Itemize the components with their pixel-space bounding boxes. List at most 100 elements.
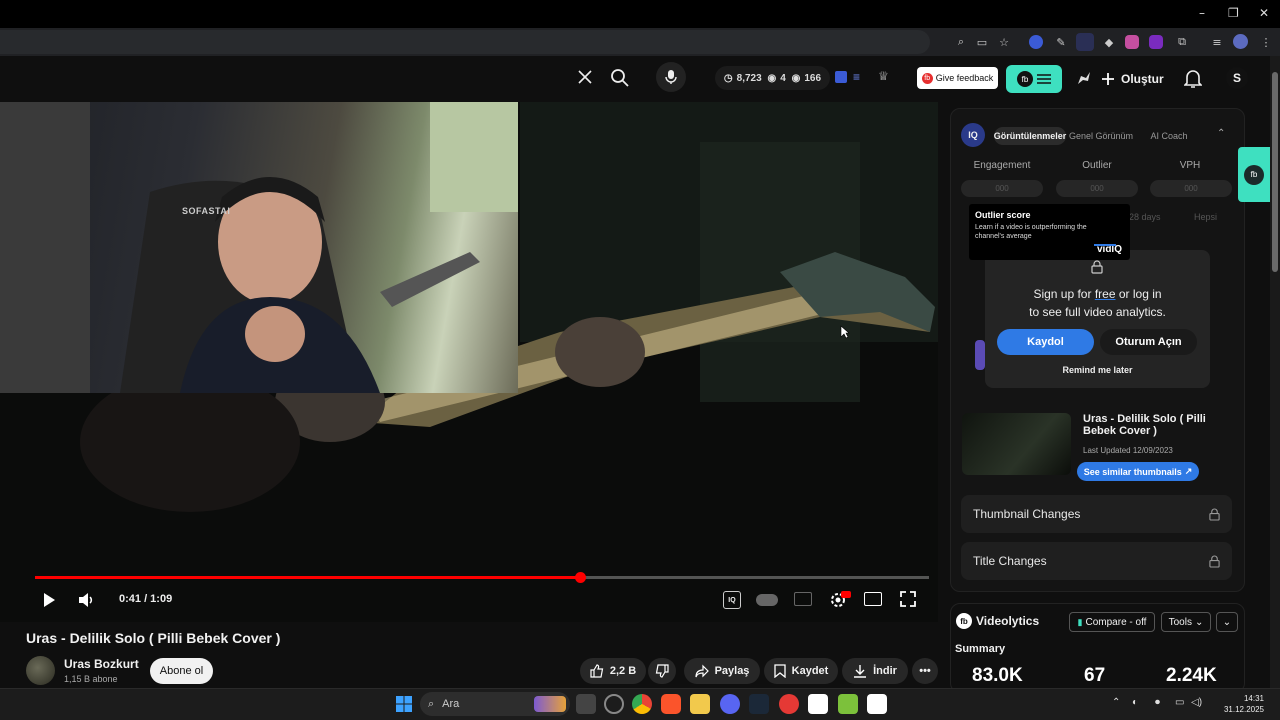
- engagement-value-blurred: 000: [961, 180, 1043, 197]
- pen-extension-icon[interactable]: ✎: [1052, 33, 1070, 51]
- maximize-button[interactable]: ❐: [1228, 6, 1239, 20]
- minimize-button[interactable]: –: [1199, 6, 1205, 20]
- capcut-app-icon[interactable]: [808, 694, 828, 714]
- extension-icon[interactable]: [1149, 35, 1163, 49]
- discord-app-icon[interactable]: [720, 694, 740, 714]
- brave-app-icon[interactable]: [661, 694, 681, 714]
- notification-bell-icon[interactable]: [1184, 69, 1202, 89]
- collapse-chevron-icon[interactable]: ⌃: [1217, 128, 1225, 139]
- save-button[interactable]: Kaydet: [764, 658, 838, 684]
- chrome-menu-icon[interactable]: ⋮: [1257, 33, 1275, 51]
- give-feedback-button[interactable]: fb Give feedback: [917, 67, 998, 89]
- volume-icon[interactable]: [77, 591, 95, 609]
- clear-search-icon[interactable]: [577, 69, 593, 85]
- hamburger-icon: [1037, 74, 1051, 84]
- tray-app-icon[interactable]: ◐: [1132, 697, 1138, 708]
- vidiq-icon[interactable]: [835, 71, 847, 83]
- video-title: Uras - Delilik Solo ( Pilli Bebek Cover …: [26, 630, 281, 646]
- create-extension-icon[interactable]: [1075, 69, 1093, 87]
- close-window-button[interactable]: ✕: [1259, 6, 1269, 20]
- trophy-icon[interactable]: ♕: [878, 69, 889, 83]
- volume-tray-icon[interactable]: ◁): [1191, 697, 1202, 708]
- feedback-logo-icon: fb: [921, 72, 933, 84]
- extension-icon[interactable]: ◆: [1100, 33, 1118, 51]
- mic-button[interactable]: [656, 62, 686, 92]
- network-icon[interactable]: ▭: [1175, 697, 1184, 708]
- taskbar-clock[interactable]: 14:31 31.12.2025: [1204, 693, 1264, 715]
- eyes-stat: ◉ 4: [767, 72, 786, 84]
- notion-app-icon[interactable]: [867, 694, 887, 714]
- channel-avatar[interactable]: [26, 656, 55, 685]
- dislike-button[interactable]: [648, 658, 676, 684]
- remind-later-link[interactable]: Remind me later: [985, 365, 1210, 375]
- zoom-icon[interactable]: ⌕: [952, 33, 970, 51]
- videolytics-logo-icon: fb: [956, 613, 972, 629]
- chevron-down-icon: ⌄: [1194, 616, 1204, 628]
- download-button[interactable]: İndir: [842, 658, 908, 684]
- login-button[interactable]: Oturum Açın: [1100, 329, 1197, 355]
- steam-app-icon[interactable]: [749, 694, 769, 714]
- stats-bar: ◷ 8,723 ◉ 4 ◉ 166: [715, 66, 830, 90]
- file-explorer-icon[interactable]: [690, 694, 710, 714]
- range-28-days[interactable]: 28 days: [1129, 212, 1161, 222]
- task-view-icon[interactable]: [576, 694, 596, 714]
- more-actions-button[interactable]: •••: [912, 658, 938, 684]
- taskbar-search[interactable]: ⌕ Ara: [420, 692, 570, 716]
- range-all[interactable]: Hepsi: [1194, 212, 1217, 222]
- floating-extension-button[interactable]: fb: [1238, 147, 1270, 202]
- signup-line-2: to see full video analytics.: [1029, 305, 1166, 319]
- share-button[interactable]: Paylaş: [684, 658, 760, 684]
- bookmark-star-icon[interactable]: ☆: [995, 33, 1013, 51]
- extension-icon[interactable]: [1029, 35, 1043, 49]
- subscribe-button[interactable]: Abone ol: [150, 658, 213, 684]
- github-app-icon[interactable]: [604, 694, 624, 714]
- search-icon[interactable]: [610, 68, 630, 88]
- create-button[interactable]: Oluştur: [1101, 66, 1175, 92]
- scrollbar-thumb[interactable]: [1272, 72, 1278, 272]
- cast-icon[interactable]: ▭: [973, 33, 991, 51]
- account-avatar[interactable]: S: [1226, 67, 1248, 89]
- thumbnail-changes-row[interactable]: Thumbnail Changes: [961, 495, 1232, 533]
- like-button[interactable]: 2,2 B: [580, 658, 646, 684]
- theater-mode-icon[interactable]: [864, 592, 882, 606]
- signup-button[interactable]: Kaydol: [997, 329, 1094, 355]
- chair-brand-text: SOFASTAI: [182, 206, 231, 216]
- tools-dropdown[interactable]: Tools ⌄: [1161, 612, 1211, 632]
- autoplay-toggle[interactable]: [756, 594, 778, 606]
- microphone-tray-icon[interactable]: ⏺: [1155, 697, 1160, 708]
- address-bar[interactable]: [0, 30, 930, 54]
- tab-views[interactable]: Görüntülenmeler: [994, 127, 1066, 145]
- channel-name[interactable]: Uras Bozkurt: [64, 657, 139, 671]
- signup-lock-card: Sign up for free or log in to see full v…: [985, 250, 1210, 388]
- time-display: 0:41 / 1:09: [119, 593, 173, 605]
- video-thumbnail[interactable]: [962, 413, 1071, 475]
- tab-overview[interactable]: Genel Görünüm: [1068, 127, 1134, 145]
- extension-icon[interactable]: [1125, 35, 1139, 49]
- puzzle-icon[interactable]: ⧉: [1173, 33, 1191, 51]
- tray-chevron-icon[interactable]: ⌃: [1112, 697, 1120, 708]
- vidiq-player-icon[interactable]: IQ: [723, 591, 741, 609]
- similar-thumbnails-button[interactable]: See similar thumbnails ↗: [1077, 462, 1199, 481]
- title-changes-row[interactable]: Title Changes: [961, 542, 1232, 580]
- notepad-app-icon[interactable]: [838, 694, 858, 714]
- videolytics-title: Videolytics: [976, 614, 1040, 628]
- windows-start-icon[interactable]: [396, 696, 412, 712]
- profile-avatar[interactable]: [1233, 34, 1248, 49]
- compare-toggle[interactable]: ▮ Compare - off: [1069, 612, 1155, 632]
- list-icon[interactable]: ≡: [853, 70, 860, 84]
- video-player[interactable]: SOFASTAI: [0, 102, 938, 622]
- more-dots-icon: •••: [919, 665, 931, 677]
- fullscreen-icon[interactable]: [900, 591, 916, 607]
- expand-dropdown[interactable]: ⌄: [1216, 612, 1238, 632]
- signup-line-1: Sign up for free or log in: [1033, 287, 1162, 301]
- free-link[interactable]: free: [1095, 287, 1116, 301]
- tab-ai-coach[interactable]: AI Coach: [1140, 127, 1198, 145]
- chrome-app-icon[interactable]: [632, 694, 652, 714]
- extension-badge-icon[interactable]: [1076, 33, 1094, 51]
- extension-menu-button[interactable]: fb: [1006, 65, 1062, 93]
- media-app-icon[interactable]: [779, 694, 799, 714]
- subtitles-icon[interactable]: [794, 592, 812, 606]
- play-icon[interactable]: [41, 592, 57, 608]
- tab-list-icon[interactable]: ≡: [1208, 33, 1226, 51]
- search-icon: ⌕: [428, 697, 435, 710]
